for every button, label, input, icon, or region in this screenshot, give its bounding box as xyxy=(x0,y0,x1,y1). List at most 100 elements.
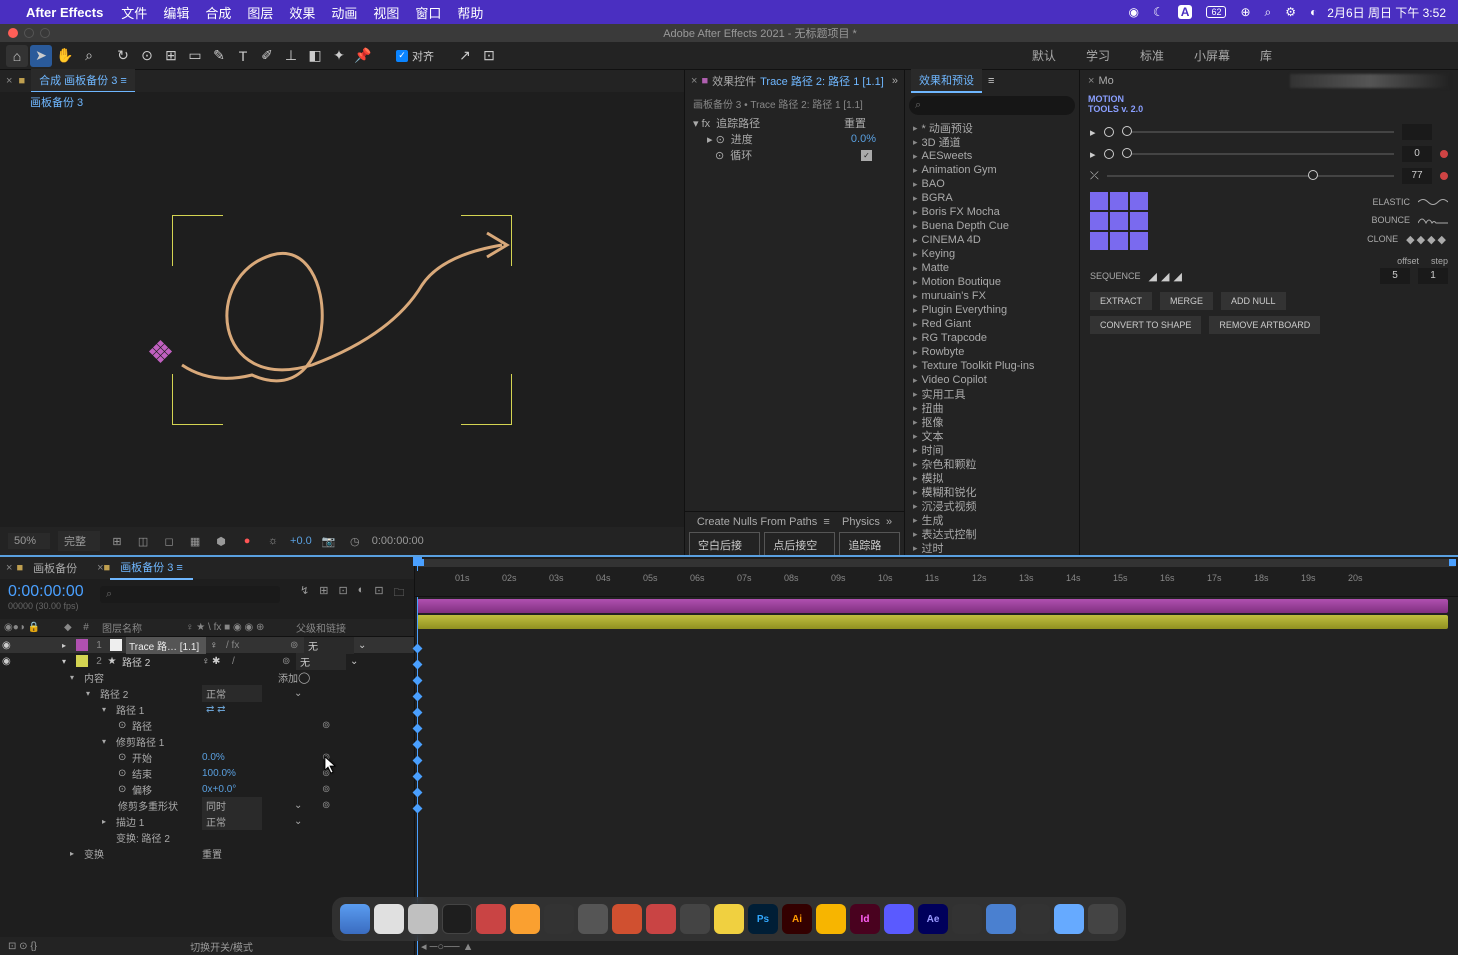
menu-window[interactable]: 窗口 xyxy=(415,3,441,22)
app-name[interactable]: After Effects xyxy=(26,5,103,20)
mac-dock[interactable]: Ps Ai Id Ae xyxy=(332,897,1126,941)
prop-start[interactable]: 开始 xyxy=(132,750,182,765)
preset-category[interactable]: 扭曲 xyxy=(913,401,1071,415)
preset-category[interactable]: * 动画预设 xyxy=(913,121,1071,135)
app-blue2-icon[interactable] xyxy=(884,904,914,934)
channel-icon[interactable]: ● xyxy=(238,532,256,550)
rotation-tool[interactable]: ⊙ xyxy=(136,45,158,67)
3d-icon[interactable]: ⬢ xyxy=(212,532,230,550)
menu-view[interactable]: 视图 xyxy=(373,3,399,22)
tl-toggle-icons[interactable]: ⊡ ⊙ {} xyxy=(8,941,37,952)
preset-category[interactable]: 时间 xyxy=(913,443,1071,457)
eraser-tool[interactable]: ◧ xyxy=(304,45,326,67)
end-value[interactable]: 100.0% xyxy=(202,768,262,779)
control-center-icon[interactable]: ⚙ xyxy=(1285,5,1296,19)
addnull-button[interactable]: ADD NULL xyxy=(1221,292,1286,310)
pickwhip-start[interactable]: ⊚ xyxy=(322,752,330,763)
battery-icon[interactable]: 62 xyxy=(1206,6,1226,18)
timeline-header-icons[interactable]: ↯⊞⊡◐⊡🗀 xyxy=(300,584,405,603)
preset-category[interactable]: Red Giant xyxy=(913,317,1071,331)
remove-artboard-button[interactable]: REMOVE ARTBOARD xyxy=(1209,316,1320,334)
preset-category[interactable]: muruain's FX xyxy=(913,289,1071,303)
menu-animation[interactable]: 动画 xyxy=(331,3,357,22)
preset-category[interactable]: Rowbyte xyxy=(913,345,1071,359)
snap-checkbox[interactable]: ✓ xyxy=(396,50,408,62)
prop-contents[interactable]: 内容 xyxy=(84,670,184,685)
preset-category[interactable]: Matte xyxy=(913,261,1071,275)
presets-list[interactable]: * 动画预设3D 通道AESweetsAnimation GymBAOBGRAB… xyxy=(905,119,1079,557)
app-yellow-icon[interactable] xyxy=(714,904,744,934)
preset-category[interactable]: BAO xyxy=(913,177,1071,191)
roto-tool[interactable]: ✦ xyxy=(328,45,350,67)
presets-search[interactable]: ⌕ xyxy=(909,96,1075,115)
timeline-search[interactable]: ⌕ xyxy=(100,586,280,603)
presets-tab[interactable]: 效果和预设 xyxy=(911,69,982,93)
app-gray-icon[interactable] xyxy=(680,904,710,934)
preset-category[interactable]: 生成 xyxy=(913,513,1071,527)
maximize-window-icon[interactable] xyxy=(40,28,50,38)
playhead[interactable] xyxy=(417,557,418,571)
prop-path[interactable]: 路径 xyxy=(132,718,232,733)
parent-select-2[interactable]: 无 xyxy=(296,653,346,670)
preset-category[interactable]: Texture Toolkit Plug-ins xyxy=(913,359,1071,373)
menu-edit[interactable]: 编辑 xyxy=(163,3,189,22)
comp-name-breadcrumb[interactable]: 画板备份 3 xyxy=(0,92,684,112)
moon-icon[interactable]: ☾ xyxy=(1153,5,1164,19)
progress-value[interactable]: 0.0% xyxy=(851,133,876,145)
script-physics[interactable]: Physics xyxy=(842,516,880,528)
preset-category[interactable]: RG Trapcode xyxy=(913,331,1071,345)
orbit-tool[interactable]: ↻ xyxy=(112,45,134,67)
mt-slider-3[interactable] xyxy=(1107,175,1394,177)
anchor-grid[interactable] xyxy=(1090,192,1148,250)
prop-path1[interactable]: 路径 1 xyxy=(116,702,216,717)
preset-category[interactable]: CINEMA 4D xyxy=(913,233,1071,247)
start-value[interactable]: 0.0% xyxy=(202,752,262,763)
app-gold-icon[interactable] xyxy=(816,904,846,934)
pickwhip-icon[interactable]: ⊚ xyxy=(322,720,330,731)
exposure-value[interactable]: +0.0 xyxy=(290,535,312,547)
illustrator-icon[interactable]: Ai xyxy=(782,904,812,934)
fx-tab-layer[interactable]: Trace 路径 2: 路径 1 [1.1] xyxy=(760,73,884,89)
workspace-learn[interactable]: 学习 xyxy=(1086,47,1110,64)
mt-slider-2[interactable] xyxy=(1122,153,1394,155)
preset-category[interactable]: 模糊和锐化 xyxy=(913,485,1071,499)
convert-button[interactable]: CONVERT TO SHAPE xyxy=(1090,316,1201,334)
mt-rec2-icon[interactable] xyxy=(1440,172,1448,180)
hand-tool[interactable]: ✋ xyxy=(54,45,76,67)
eye-icon-2[interactable]: ◉ xyxy=(2,656,14,667)
selection-tool[interactable]: ➤ xyxy=(30,45,52,67)
safari-icon[interactable] xyxy=(374,904,404,934)
downloads-icon[interactable] xyxy=(1054,904,1084,934)
prop-transform[interactable]: 变换 xyxy=(84,846,184,861)
pen-tool[interactable]: ✎ xyxy=(208,45,230,67)
preset-category[interactable]: Motion Boutique xyxy=(913,275,1071,289)
trace-marker[interactable] xyxy=(154,341,168,355)
mt-slider-1[interactable] xyxy=(1122,131,1394,133)
extract-button[interactable]: EXTRACT xyxy=(1090,292,1152,310)
spark-icon[interactable] xyxy=(408,904,438,934)
composition-viewer[interactable] xyxy=(0,112,684,527)
mt-rec-icon[interactable] xyxy=(1440,150,1448,158)
mt-tab[interactable]: Mo xyxy=(1098,75,1113,87)
terminal-icon[interactable] xyxy=(442,904,472,934)
prop-trim-multi[interactable]: 修剪多重形状 xyxy=(118,798,188,813)
search-icon[interactable]: ⌕ xyxy=(1265,5,1272,20)
quality-select[interactable]: 完整 xyxy=(58,531,100,551)
eye-icon[interactable]: ◉ xyxy=(2,640,14,651)
clone-tool[interactable]: ⊥ xyxy=(280,45,302,67)
workspace-library[interactable]: 库 xyxy=(1260,47,1272,64)
anchor-tool[interactable]: ⊞ xyxy=(160,45,182,67)
preset-category[interactable]: Buena Depth Cue xyxy=(913,219,1071,233)
trash-icon[interactable] xyxy=(1088,904,1118,934)
app-blue3-icon[interactable] xyxy=(986,904,1016,934)
wifi-icon[interactable]: ⊕ xyxy=(1240,5,1250,19)
dark-app-icon[interactable] xyxy=(578,904,608,934)
zoom-tool[interactable]: ⌕ xyxy=(78,45,100,67)
snap-options-icon[interactable]: ↗ xyxy=(454,45,476,67)
preset-category[interactable]: 杂色和颗粒 xyxy=(913,457,1071,471)
app-dark3-icon[interactable] xyxy=(1020,904,1050,934)
mask-icon[interactable]: ◫ xyxy=(134,532,152,550)
layer-row-2[interactable]: ◉ ▾ 2 ★ 路径 2 ♀✱/ ⊚ 无 ⌄ xyxy=(0,653,414,669)
transparency-icon[interactable]: ▦ xyxy=(186,532,204,550)
workspace-default[interactable]: 默认 xyxy=(1032,47,1056,64)
